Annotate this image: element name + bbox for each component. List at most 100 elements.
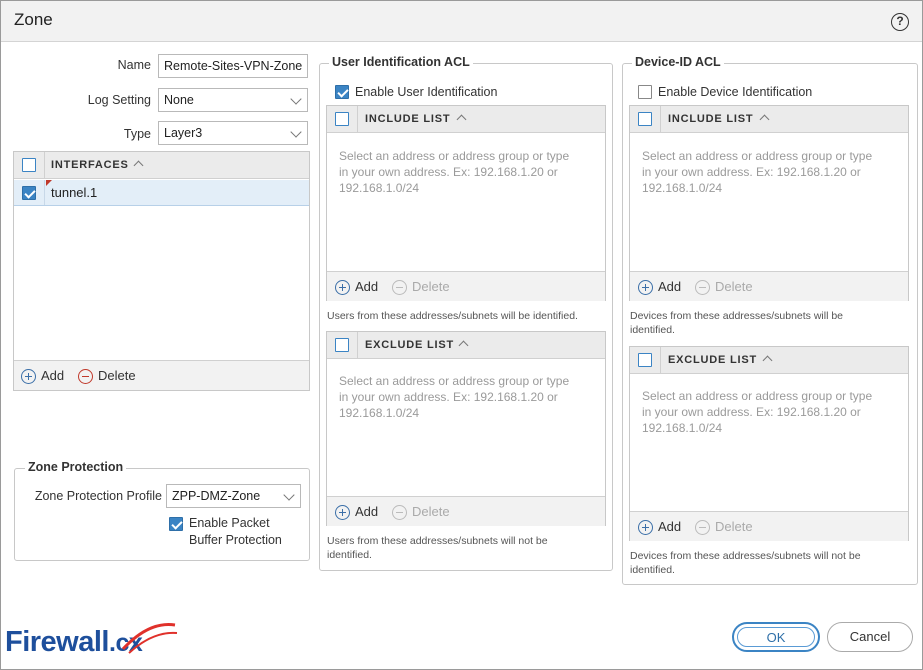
enable-device-id-label: Enable Device Identification: [658, 85, 813, 99]
zone-protection-group: [14, 468, 310, 561]
device-include-note-line1: Devices from these addresses/subnets wil…: [630, 310, 844, 322]
placeholder-line: 192.168.1.0/24: [339, 406, 420, 420]
type-label: Type: [123, 127, 151, 141]
packet-buffer-label-line1: Enable Packet: [189, 516, 270, 530]
table-row[interactable]: tunnel.1: [14, 180, 309, 206]
header-divider: [660, 347, 661, 373]
help-icon[interactable]: ?: [891, 13, 909, 31]
add-icon[interactable]: [335, 505, 350, 520]
placeholder-line: Select an address or address group or ty…: [642, 389, 873, 403]
delete-icon[interactable]: [695, 520, 710, 535]
logo-swoosh-icon: [121, 623, 178, 654]
device-include-delete-button[interactable]: Delete: [715, 279, 753, 294]
device-exclude-header: EXCLUDE LIST: [630, 347, 908, 374]
interfaces-header: INTERFACES: [14, 152, 309, 179]
placeholder-line: in your own address. Ex: 192.168.1.20 or: [642, 165, 861, 179]
select-all-checkbox[interactable]: [638, 353, 652, 367]
interfaces-add-button[interactable]: Add: [41, 368, 64, 383]
user-exclude-delete-button[interactable]: Delete: [412, 504, 450, 519]
user-exclude-grid: EXCLUDE LIST Select an address or addres…: [326, 331, 606, 526]
add-icon[interactable]: [638, 520, 653, 535]
user-include-placeholder[interactable]: Select an address or address group or ty…: [339, 148, 599, 196]
device-include-placeholder[interactable]: Select an address or address group or ty…: [642, 148, 902, 196]
zone-protection-profile-value: ZPP-DMZ-Zone: [172, 489, 261, 503]
user-exclude-add-button[interactable]: Add: [355, 504, 378, 519]
select-all-checkbox[interactable]: [638, 112, 652, 126]
add-icon[interactable]: [21, 369, 36, 384]
enable-user-id-checkbox[interactable]: [335, 85, 349, 99]
device-exclude-note-line1: Devices from these addresses/subnets wil…: [630, 550, 861, 562]
chevron-down-icon: [283, 489, 295, 501]
device-exclude-delete-button[interactable]: Delete: [715, 519, 753, 534]
log-setting-label: Log Setting: [87, 93, 151, 107]
device-include-header: INCLUDE LIST: [630, 106, 908, 133]
select-all-checkbox[interactable]: [335, 338, 349, 352]
header-divider: [357, 106, 358, 132]
user-exclude-header: EXCLUDE LIST: [327, 332, 605, 359]
placeholder-line: Select an address or address group or ty…: [642, 149, 873, 163]
sort-asc-icon[interactable]: [456, 114, 467, 125]
delete-icon[interactable]: [78, 369, 93, 384]
delete-icon[interactable]: [392, 505, 407, 520]
placeholder-line: in your own address. Ex: 192.168.1.20 or: [339, 390, 558, 404]
user-exclude-footer: Add Delete: [327, 496, 605, 526]
interfaces-header-label: INTERFACES: [51, 159, 129, 171]
placeholder-line: in your own address. Ex: 192.168.1.20 or: [642, 405, 861, 419]
chevron-down-icon: [290, 126, 302, 138]
device-include-header-label: INCLUDE LIST: [668, 113, 754, 125]
name-input[interactable]: Remote-Sites-VPN-Zone: [158, 54, 308, 78]
device-exclude-footer: Add Delete: [630, 511, 908, 541]
chevron-down-icon: [290, 93, 302, 105]
dialog-title: Zone: [14, 10, 53, 29]
user-include-footer: Add Delete: [327, 271, 605, 301]
sort-asc-icon[interactable]: [762, 355, 773, 366]
placeholder-line: Select an address or address group or ty…: [339, 149, 570, 163]
device-include-add-button[interactable]: Add: [658, 279, 681, 294]
placeholder-line: Select an address or address group or ty…: [339, 374, 570, 388]
enable-device-id-checkbox[interactable]: [638, 85, 652, 99]
type-value: Layer3: [164, 126, 203, 140]
header-divider: [660, 106, 661, 132]
log-setting-value: None: [164, 93, 194, 107]
select-all-checkbox[interactable]: [335, 112, 349, 126]
user-exclude-placeholder[interactable]: Select an address or address group or ty…: [339, 373, 599, 421]
device-exclude-note-line2: identified.: [630, 564, 675, 576]
ok-label: OK: [766, 630, 786, 645]
delete-icon[interactable]: [695, 280, 710, 295]
log-setting-select[interactable]: None: [158, 88, 308, 112]
sort-asc-icon[interactable]: [133, 160, 144, 171]
type-select[interactable]: Layer3: [158, 121, 308, 145]
device-include-note-line2: identified.: [630, 324, 675, 336]
placeholder-line: 192.168.1.0/24: [339, 181, 420, 195]
placeholder-line: 192.168.1.0/24: [642, 181, 723, 195]
header-divider: [44, 152, 45, 178]
user-include-add-button[interactable]: Add: [355, 279, 378, 294]
sort-asc-icon[interactable]: [458, 340, 469, 351]
zone-protection-profile-label: Zone Protection Profile: [34, 489, 162, 503]
device-exclude-add-button[interactable]: Add: [658, 519, 681, 534]
add-icon[interactable]: [638, 280, 653, 295]
add-icon[interactable]: [335, 280, 350, 295]
placeholder-line: in your own address. Ex: 192.168.1.20 or: [339, 165, 558, 179]
enable-user-id-label: Enable User Identification: [355, 85, 498, 99]
user-exclude-note-line2: identified.: [327, 549, 372, 561]
select-all-checkbox[interactable]: [22, 158, 36, 172]
row-checkbox[interactable]: [22, 186, 36, 200]
packet-buffer-checkbox[interactable]: [169, 517, 183, 531]
user-exclude-header-label: EXCLUDE LIST: [365, 339, 455, 351]
sort-asc-icon[interactable]: [759, 114, 770, 125]
placeholder-line: 192.168.1.0/24: [642, 421, 723, 435]
device-exclude-placeholder[interactable]: Select an address or address group or ty…: [642, 388, 902, 436]
interfaces-grid: INTERFACES tunnel.1 Add Delete: [13, 151, 310, 391]
zone-protection-profile-select[interactable]: ZPP-DMZ-Zone: [166, 484, 301, 508]
logo-text: Firewall: [5, 626, 110, 658]
delete-icon[interactable]: [392, 280, 407, 295]
user-include-header: INCLUDE LIST: [327, 106, 605, 133]
cancel-button[interactable]: Cancel: [827, 622, 913, 652]
interfaces-delete-button[interactable]: Delete: [98, 368, 136, 383]
user-include-delete-button[interactable]: Delete: [412, 279, 450, 294]
device-include-grid: INCLUDE LIST Select an address or addres…: [629, 105, 909, 301]
interface-name: tunnel.1: [51, 185, 98, 200]
ok-button[interactable]: OK: [732, 622, 820, 652]
device-exclude-header-label: EXCLUDE LIST: [668, 354, 758, 366]
